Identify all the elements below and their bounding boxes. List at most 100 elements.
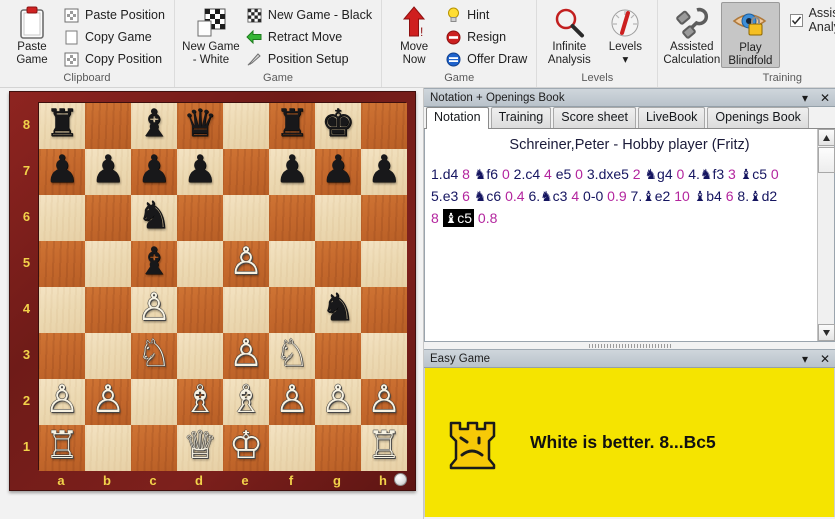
square-f4[interactable] xyxy=(269,287,315,333)
infinite-analysis-button[interactable]: Infinite Analysis xyxy=(541,2,597,66)
square-g5[interactable] xyxy=(315,241,361,287)
square-d8[interactable]: ♛ xyxy=(177,103,223,149)
square-f7[interactable]: ♟ xyxy=(269,149,315,195)
move-entry[interactable]: ♝b4 6 xyxy=(694,188,738,204)
square-g8[interactable]: ♚ xyxy=(315,103,361,149)
assisted-analysis-checkbox-row[interactable]: Assisted Analysis xyxy=(780,2,835,34)
square-h6[interactable] xyxy=(361,195,407,241)
new-game-black-button[interactable]: New Game - Black xyxy=(243,4,377,26)
square-g3[interactable] xyxy=(315,333,361,379)
white-pawn-c4[interactable]: ♙ xyxy=(137,289,171,327)
square-b8[interactable] xyxy=(85,103,131,149)
copy-position-button[interactable]: Copy Position xyxy=(60,48,170,70)
square-h1[interactable]: ♖ xyxy=(361,425,407,471)
assisted-calculation-button[interactable]: Assisted Calculation xyxy=(662,2,721,66)
black-pawn-a7[interactable]: ♟ xyxy=(45,151,79,189)
square-h7[interactable]: ♟ xyxy=(361,149,407,195)
square-h8[interactable] xyxy=(361,103,407,149)
square-e6[interactable] xyxy=(223,195,269,241)
scroll-up-button[interactable] xyxy=(818,129,835,146)
paste-position-button[interactable]: Paste Position xyxy=(60,4,170,26)
move-san[interactable]: ♝b4 xyxy=(694,188,722,204)
copy-game-button[interactable]: Copy Game xyxy=(60,26,170,48)
tab-openings-book[interactable]: Openings Book xyxy=(707,107,809,128)
hint-button[interactable]: Hint xyxy=(442,4,532,26)
move-entry[interactable]: ♝c5 0.8 xyxy=(442,209,497,227)
move-san[interactable]: dxe5 xyxy=(599,166,629,182)
panel-splitter[interactable] xyxy=(424,342,835,349)
black-queen-d8[interactable]: ♛ xyxy=(183,105,217,143)
square-b3[interactable] xyxy=(85,333,131,379)
black-pawn-g7[interactable]: ♟ xyxy=(321,151,355,189)
square-a6[interactable] xyxy=(39,195,85,241)
white-king-e1[interactable]: ♔ xyxy=(229,427,263,465)
square-c8[interactable]: ♝ xyxy=(131,103,177,149)
move-now-button[interactable]: ! Move Now xyxy=(386,2,442,66)
white-pawn-e3[interactable]: ♙ xyxy=(229,335,263,373)
tab-notation[interactable]: Notation xyxy=(426,107,489,129)
square-g6[interactable] xyxy=(315,195,361,241)
black-pawn-d7[interactable]: ♟ xyxy=(183,151,217,189)
paste-game-button[interactable]: Paste Game xyxy=(4,2,60,66)
move-san[interactable]: ♞g4 xyxy=(645,166,673,182)
move-san[interactable]: e5 xyxy=(556,166,572,182)
square-a2[interactable]: ♙ xyxy=(39,379,85,425)
current-move[interactable]: ♝c5 xyxy=(442,209,475,227)
square-d5[interactable] xyxy=(177,241,223,287)
tab-score-sheet[interactable]: Score sheet xyxy=(553,107,636,128)
move-san[interactable]: ♞c6 xyxy=(474,188,501,204)
square-b6[interactable] xyxy=(85,195,131,241)
white-knight-c3[interactable]: ♘ xyxy=(137,335,171,373)
square-d3[interactable] xyxy=(177,333,223,379)
square-c7[interactable]: ♟ xyxy=(131,149,177,195)
move-san[interactable]: d4 xyxy=(443,166,459,182)
move-entry[interactable]: 2.c4 4 xyxy=(514,166,556,182)
notation-scrollbar[interactable] xyxy=(817,129,835,341)
move-entry[interactable]: ♝c5 0 xyxy=(740,166,779,182)
move-entry[interactable]: ♞g4 0 xyxy=(645,166,689,182)
tab-livebook[interactable]: LiveBook xyxy=(637,107,706,128)
square-h3[interactable] xyxy=(361,333,407,379)
white-bishop-d2[interactable]: ♗ xyxy=(183,381,217,419)
square-h5[interactable] xyxy=(361,241,407,287)
black-bishop-c5[interactable]: ♝ xyxy=(137,243,171,281)
square-g4[interactable]: ♞ xyxy=(315,287,361,333)
square-f8[interactable]: ♜ xyxy=(269,103,315,149)
square-a1[interactable]: ♖ xyxy=(39,425,85,471)
move-san[interactable]: ♞f6 xyxy=(474,166,498,182)
move-entry[interactable]: 4.♞f3 3 xyxy=(688,166,740,182)
square-c2[interactable] xyxy=(131,379,177,425)
white-pawn-f2[interactable]: ♙ xyxy=(275,381,309,419)
square-e2[interactable]: ♗ xyxy=(223,379,269,425)
move-san[interactable]: ♝d2 xyxy=(749,188,777,204)
white-knight-f3[interactable]: ♘ xyxy=(275,335,309,373)
square-e8[interactable] xyxy=(223,103,269,149)
move-entry[interactable]: 1.d4 8 xyxy=(431,166,474,182)
square-d1[interactable]: ♕ xyxy=(177,425,223,471)
white-pawn-a2[interactable]: ♙ xyxy=(45,381,79,419)
white-bishop-e2[interactable]: ♗ xyxy=(229,381,263,419)
move-entry[interactable]: e5 0 xyxy=(556,166,587,182)
move-entry[interactable]: ♞f6 0 xyxy=(474,166,514,182)
black-pawn-h7[interactable]: ♟ xyxy=(367,151,401,189)
black-pawn-c7[interactable]: ♟ xyxy=(137,151,171,189)
square-g7[interactable]: ♟ xyxy=(315,149,361,195)
square-g1[interactable] xyxy=(315,425,361,471)
white-rook-h1[interactable]: ♖ xyxy=(367,427,401,465)
square-e1[interactable]: ♔ xyxy=(223,425,269,471)
play-blindfold-button[interactable]: Play Blindfold xyxy=(721,2,780,68)
move-san[interactable]: ♞f3 xyxy=(700,166,724,182)
move-san[interactable]: ♝e2 xyxy=(642,188,670,204)
easy-collapse-icon[interactable]: ▾ xyxy=(795,352,815,366)
square-a5[interactable] xyxy=(39,241,85,287)
move-entry[interactable]: 7.♝e2 10 xyxy=(631,188,694,204)
square-c6[interactable]: ♞ xyxy=(131,195,177,241)
chessboard[interactable]: ♜ ♝ ♛ ♜ ♚ ♟ ♟ ♟ ♟ ♟ ♟ ♟ ♞ ♝ ♙ ♙ ♞ ♘ ♙ ♘ ♙ ♙ ♗ ♗ ♙ ♙ ♙ ♖ ♕ ♔ ♖ xyxy=(38,102,407,471)
square-e7[interactable] xyxy=(223,149,269,195)
move-san[interactable]: c4 xyxy=(525,166,540,182)
assisted-analysis-checkbox[interactable] xyxy=(789,13,803,27)
move-entry[interactable]: 3.dxe5 2 xyxy=(587,166,645,182)
white-pawn-h2[interactable]: ♙ xyxy=(367,381,401,419)
square-a3[interactable] xyxy=(39,333,85,379)
move-list[interactable]: 1.d4 8 ♞f6 0 2.c4 4 e5 0 3.dxe5 2 ♞g4 0 … xyxy=(425,155,797,229)
